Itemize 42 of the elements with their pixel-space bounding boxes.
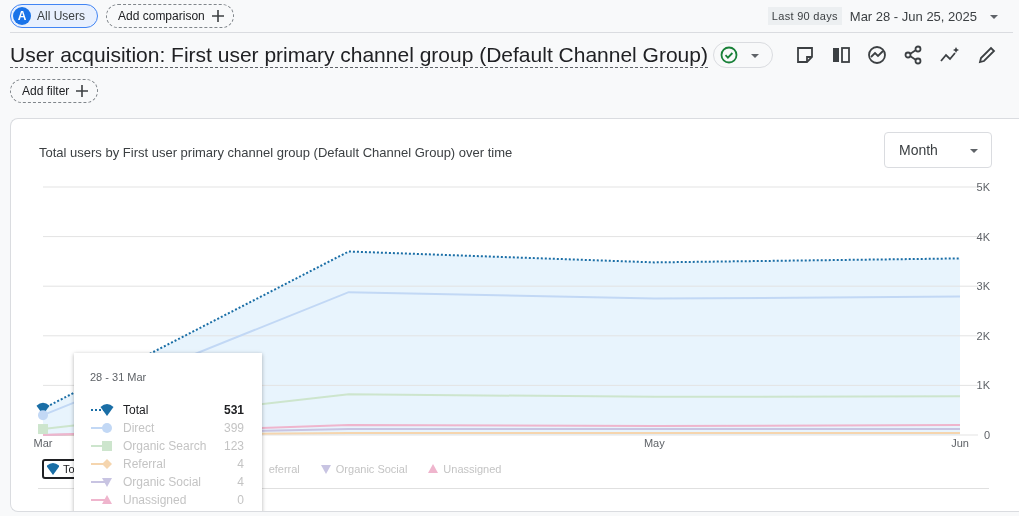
segment-label: All Users [37, 9, 85, 23]
axis-label: Mar [33, 437, 53, 449]
chart-circle-icon[interactable] [867, 45, 887, 65]
series-value: 399 [223, 421, 244, 435]
date-range-picker[interactable]: Mar 28 - Jun 25, 2025 [849, 8, 1013, 24]
series-name: Direct [123, 421, 156, 435]
series-value: 4 [237, 457, 244, 471]
share-icon[interactable] [903, 45, 923, 65]
axis-label: 5K [976, 181, 990, 193]
compare-columns-icon[interactable] [831, 45, 851, 65]
tooltip-date: 28 - 31 Mar [90, 371, 148, 383]
edit-icon[interactable] [977, 45, 997, 65]
axis-label: 0 [983, 429, 990, 441]
date-preset-label: Last 90 days [767, 7, 842, 25]
segment-chip[interactable]: A All Users [10, 4, 98, 28]
series-value: 123 [223, 439, 244, 453]
axis-label: May [643, 437, 665, 449]
note-icon[interactable] [795, 45, 815, 65]
hover-marker-drawing [36, 402, 50, 435]
plus-icon [75, 84, 90, 98]
caret-icon [989, 12, 999, 20]
series-name: Unassigned [123, 493, 188, 507]
series-name: Organic Search [123, 439, 208, 453]
granularity-dropdown[interactable]: Month [884, 132, 992, 168]
series-value: 531 [223, 403, 244, 417]
caret-icon [969, 146, 979, 154]
caret-icon [750, 51, 760, 59]
series-name: Referral [123, 457, 167, 471]
chart-title: Total users by First user primary channel group (Default Channel Group) over time [39, 143, 513, 160]
avatar: A [13, 7, 31, 25]
axis-label: 4K [976, 230, 990, 243]
axis-label: 1K [976, 379, 990, 392]
series-name: Total [123, 403, 150, 417]
check-circle-icon [720, 46, 738, 64]
series-value: 0 [237, 493, 244, 507]
axis-label: Jun [951, 437, 969, 449]
axis-label: 3K [976, 280, 990, 293]
series-name: Organic Social [123, 475, 203, 489]
series-value: 4 [237, 475, 244, 489]
plus-icon [210, 9, 225, 23]
axis-label: 2K [976, 329, 990, 342]
report-title[interactable]: User acquisition: First user primary channel group (Default Channel Group) [10, 42, 708, 68]
